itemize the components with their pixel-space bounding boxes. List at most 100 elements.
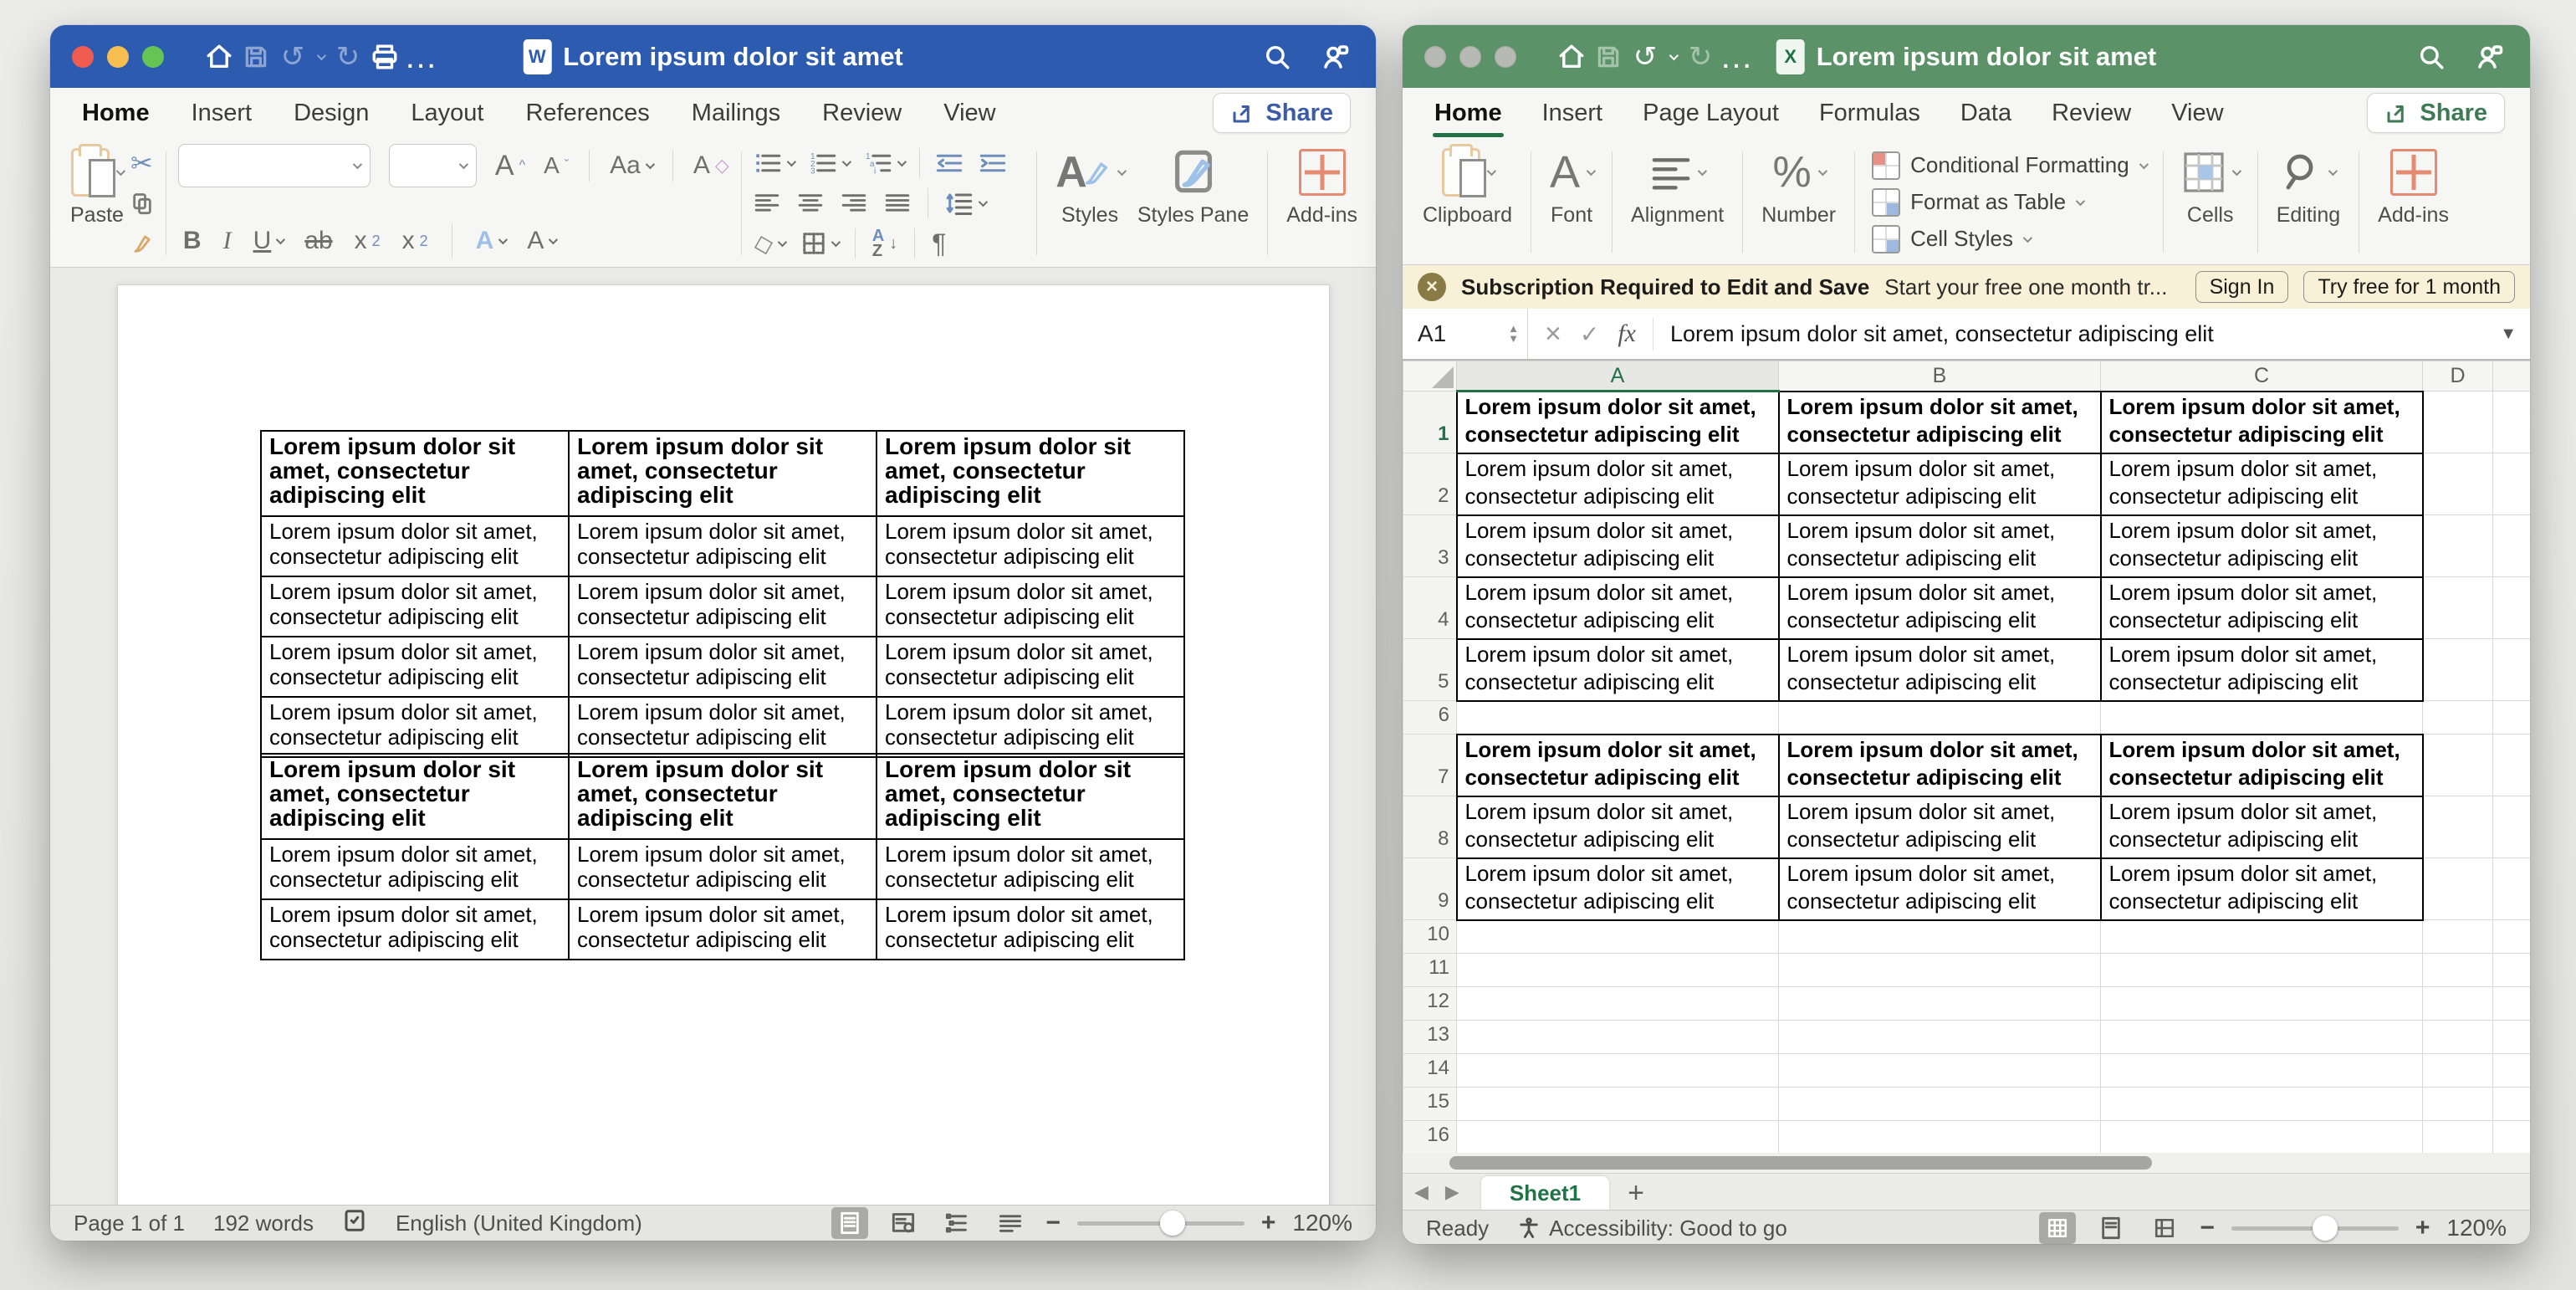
word-table-cell[interactable]: Lorem ipsum dolor sit amet,consectetur a… xyxy=(569,516,877,576)
tab-home[interactable]: Home xyxy=(1433,95,1504,132)
excel-addins-button[interactable]: Add-ins xyxy=(2371,145,2456,259)
cell-A6[interactable] xyxy=(1457,701,1779,735)
shrink-font-button[interactable]: Aˇ xyxy=(544,152,569,179)
cell-C16[interactable] xyxy=(2101,1121,2423,1154)
change-case-button[interactable]: Aa xyxy=(610,151,652,180)
subscript-button[interactable]: x2 xyxy=(355,227,381,255)
row-header-5[interactable]: 5 xyxy=(1403,639,1457,701)
editing-group-button[interactable]: Editing xyxy=(2270,145,2347,259)
cell-partial-4[interactable] xyxy=(2493,577,2531,639)
row-header-14[interactable]: 14 xyxy=(1403,1054,1457,1088)
cell-B2[interactable]: Lorem ipsum dolor sit amet,consectetur a… xyxy=(1779,453,2101,515)
column-header-a[interactable]: A xyxy=(1457,361,1779,392)
cell-C1[interactable]: Lorem ipsum dolor sit amet,consectetur a… xyxy=(2101,392,2423,453)
cell-partial-12[interactable] xyxy=(2493,987,2531,1021)
cell-B16[interactable] xyxy=(1779,1121,2101,1154)
bullets-button[interactable] xyxy=(754,151,794,176)
cell-C3[interactable]: Lorem ipsum dolor sit amet,consectetur a… xyxy=(2101,515,2423,577)
banner-close-icon[interactable]: × xyxy=(1418,273,1446,301)
undo-icon[interactable]: ↺ xyxy=(274,38,311,75)
cell-A9[interactable]: Lorem ipsum dolor sit amet,consectetur a… xyxy=(1457,858,1779,920)
tab-data[interactable]: Data xyxy=(1959,95,2013,132)
cell-B9[interactable]: Lorem ipsum dolor sit amet,consectetur a… xyxy=(1779,858,2101,920)
underline-button[interactable]: U xyxy=(253,227,284,255)
cell-partial-10[interactable] xyxy=(2493,920,2531,954)
cell-C2[interactable]: Lorem ipsum dolor sit amet,consectetur a… xyxy=(2101,453,2423,515)
cell-D10[interactable] xyxy=(2423,920,2493,954)
cancel-icon[interactable]: × xyxy=(1545,318,1561,351)
cell-A1[interactable]: Lorem ipsum dolor sit amet,consectetur a… xyxy=(1457,392,1779,453)
cell-B1[interactable]: Lorem ipsum dolor sit amet,consectetur a… xyxy=(1779,392,2101,453)
cell-C4[interactable]: Lorem ipsum dolor sit amet,consectetur a… xyxy=(2101,577,2423,639)
strikethrough-button[interactable]: ab xyxy=(304,227,332,255)
cell-B5[interactable]: Lorem ipsum dolor sit amet,consectetur a… xyxy=(1779,639,2101,701)
cell-A16[interactable] xyxy=(1457,1121,1779,1154)
clipboard-group-button[interactable]: Clipboard xyxy=(1416,145,1519,259)
try-free-button[interactable]: Try free for 1 month xyxy=(2303,271,2515,303)
cell-A10[interactable] xyxy=(1457,920,1779,954)
word-table-cell[interactable]: Lorem ipsum dolor sit amet,consectetur a… xyxy=(877,516,1184,576)
cell-partial-6[interactable] xyxy=(2493,701,2531,735)
cell-D16[interactable] xyxy=(2423,1121,2493,1154)
formula-bar-expand-icon[interactable]: ▼ xyxy=(2487,325,2530,344)
horizontal-scrollbar[interactable] xyxy=(1403,1153,2530,1173)
undo-icon[interactable]: ↺ xyxy=(1627,38,1664,75)
tab-page-layout[interactable]: Page Layout xyxy=(1641,95,1781,132)
cell-A8[interactable]: Lorem ipsum dolor sit amet,consectetur a… xyxy=(1457,796,1779,858)
cell-B15[interactable] xyxy=(1779,1088,2101,1121)
word-document-area[interactable]: Lorem ipsum dolor sitamet, consecteturad… xyxy=(50,268,1376,1205)
word-table-cell[interactable]: Lorem ipsum dolor sit amet,consectetur a… xyxy=(261,697,569,757)
cell-B10[interactable] xyxy=(1779,920,2101,954)
outline-view-button[interactable] xyxy=(938,1207,975,1239)
home-icon[interactable] xyxy=(201,38,238,75)
shading-button[interactable]: ◇ xyxy=(754,229,785,259)
cell-A11[interactable] xyxy=(1457,954,1779,987)
zoom-slider-thumb[interactable] xyxy=(1160,1211,1185,1236)
cell-A3[interactable]: Lorem ipsum dolor sit amet,consectetur a… xyxy=(1457,515,1779,577)
cell-D6[interactable] xyxy=(2423,701,2493,735)
tab-view[interactable]: View xyxy=(942,95,997,132)
search-icon[interactable] xyxy=(2413,38,2450,75)
close-button[interactable] xyxy=(72,46,94,68)
excel-grid[interactable]: ABCD1Lorem ipsum dolor sit amet,consecte… xyxy=(1403,361,2530,1153)
cell-partial-3[interactable] xyxy=(2493,515,2531,577)
cell-D5[interactable] xyxy=(2423,639,2493,701)
word-table-cell[interactable]: Lorem ipsum dolor sit amet,consectetur a… xyxy=(569,697,877,757)
cell-B11[interactable] xyxy=(1779,954,2101,987)
word-table-cell[interactable]: Lorem ipsum dolor sit amet,consectetur a… xyxy=(569,576,877,637)
close-button[interactable] xyxy=(1424,46,1446,68)
word-table-cell[interactable]: Lorem ipsum dolor sitamet, consecteturad… xyxy=(261,431,569,516)
tab-review[interactable]: Review xyxy=(2050,95,2133,132)
home-icon[interactable] xyxy=(1553,38,1590,75)
word-table-cell[interactable]: Lorem ipsum dolor sit amet,consectetur a… xyxy=(877,576,1184,637)
cell-C13[interactable] xyxy=(2101,1021,2423,1054)
cell-C10[interactable] xyxy=(2101,920,2423,954)
tab-design[interactable]: Design xyxy=(292,95,371,132)
row-header-11[interactable]: 11 xyxy=(1403,954,1457,987)
row-header-12[interactable]: 12 xyxy=(1403,987,1457,1021)
cell-A4[interactable]: Lorem ipsum dolor sit amet,consectetur a… xyxy=(1457,577,1779,639)
clear-formatting-button[interactable]: A◇ xyxy=(693,151,729,180)
cell-D4[interactable] xyxy=(2423,577,2493,639)
tab-references[interactable]: References xyxy=(524,95,651,132)
cell-partial-15[interactable] xyxy=(2493,1088,2531,1121)
cell-C11[interactable] xyxy=(2101,954,2423,987)
language-indicator[interactable]: English (United Kingdom) xyxy=(396,1211,642,1236)
redo-icon[interactable]: ↻ xyxy=(330,38,366,75)
paste-button[interactable]: Paste xyxy=(64,145,130,262)
cell-A7[interactable]: Lorem ipsum dolor sit amet,consectetur a… xyxy=(1457,735,1779,796)
row-header-8[interactable]: 8 xyxy=(1403,796,1457,858)
cell-C9[interactable]: Lorem ipsum dolor sit amet,consectetur a… xyxy=(2101,858,2423,920)
formula-input[interactable]: Lorem ipsum dolor sit amet, consectetur … xyxy=(1653,321,2487,347)
cell-styles-button[interactable]: Cell Styles xyxy=(1872,225,2146,253)
cell-partial-5[interactable] xyxy=(2493,639,2531,701)
cell-partial-11[interactable] xyxy=(2493,954,2531,987)
cell-C5[interactable]: Lorem ipsum dolor sit amet,consectetur a… xyxy=(2101,639,2423,701)
word-table-cell[interactable]: Lorem ipsum dolor sit amet,consectetur a… xyxy=(569,839,877,899)
word-table-cell[interactable]: Lorem ipsum dolor sit amet,consectetur a… xyxy=(569,637,877,697)
column-header-partial[interactable] xyxy=(2493,361,2531,392)
zoom-slider[interactable] xyxy=(2231,1226,2399,1231)
align-left-button[interactable] xyxy=(754,192,780,215)
share-button[interactable]: Share xyxy=(1213,93,1351,133)
cell-D12[interactable] xyxy=(2423,987,2493,1021)
